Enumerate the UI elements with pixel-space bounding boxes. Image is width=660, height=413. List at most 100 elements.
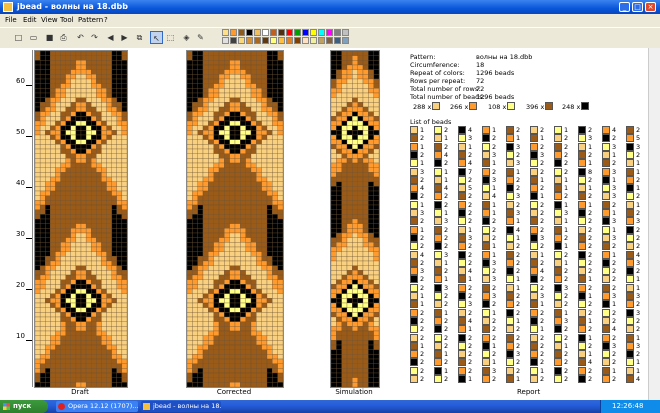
menu-edit[interactable]: Edit [23, 16, 37, 24]
bead-color-swatch [482, 167, 490, 176]
minimize-button[interactable]: _ [619, 2, 630, 12]
close-button[interactable]: × [645, 2, 656, 12]
undo-icon[interactable]: ↶ [74, 31, 87, 44]
palette-color-swatch[interactable] [302, 37, 309, 44]
bead-cell [357, 176, 364, 182]
palette-color-swatch[interactable] [334, 29, 341, 36]
bead-cell [234, 69, 241, 75]
bead-cell [336, 83, 342, 89]
menu-pattern[interactable]: Pattern [78, 16, 103, 24]
maximize-button[interactable]: □ [632, 2, 643, 12]
palette-color-swatch[interactable] [286, 29, 293, 36]
bead-cell [70, 302, 77, 308]
palette-color-swatch[interactable] [302, 29, 309, 36]
palette-color-swatch[interactable] [262, 37, 269, 44]
bead-cell [261, 354, 268, 360]
open-icon[interactable]: ▭ [27, 31, 40, 44]
bead-cell [85, 167, 92, 173]
bead-cell [75, 64, 82, 70]
fill-icon[interactable]: ◈ [180, 31, 193, 44]
redo-icon[interactable]: ↷ [88, 31, 101, 44]
menu-view[interactable]: View [41, 16, 58, 24]
palette-color-swatch[interactable] [318, 29, 325, 36]
bead-cell [65, 307, 71, 313]
menu-file[interactable]: File [5, 16, 17, 24]
bead-cell [121, 130, 127, 136]
bead-count: 1 [492, 159, 497, 168]
bead-cell [91, 51, 97, 56]
bead-cell [91, 335, 97, 341]
palette-color-swatch[interactable] [238, 29, 245, 36]
bead-cell [106, 102, 112, 108]
bead-cell [192, 293, 198, 299]
vertical-scrollbar[interactable] [648, 48, 660, 400]
draft-pattern[interactable] [34, 50, 128, 388]
bead-cell [357, 181, 364, 187]
bead-cell [101, 274, 107, 280]
palette-color-swatch[interactable] [246, 29, 253, 36]
palette-color-swatch[interactable] [222, 37, 229, 44]
bead-count: 2 [588, 233, 593, 242]
palette-color-swatch[interactable] [278, 29, 285, 36]
bead-cell [111, 88, 117, 94]
bead-count: 1 [444, 350, 449, 359]
bead-cell [272, 214, 278, 220]
palette-color-swatch[interactable] [262, 29, 269, 36]
palette-color-swatch[interactable] [270, 29, 277, 36]
select-icon[interactable]: ⬚ [164, 31, 177, 44]
bead-cell [111, 106, 117, 112]
save-icon[interactable]: ■ [43, 31, 56, 44]
palette-color-swatch[interactable] [342, 37, 349, 44]
bead-cell [208, 111, 214, 117]
bead-cell [70, 78, 77, 84]
palette-color-swatch[interactable] [246, 37, 253, 44]
palette-color-swatch[interactable] [342, 29, 349, 36]
pointer-icon[interactable]: ↖ [150, 31, 163, 44]
print-icon[interactable]: ⎙ [57, 31, 70, 44]
bead-count: 2 [516, 258, 521, 267]
bead-cell [218, 181, 225, 187]
palette-color-swatch[interactable] [294, 37, 301, 44]
copy-icon[interactable]: ⧉ [133, 31, 146, 44]
bead-cell [192, 228, 198, 234]
palette-color-swatch[interactable] [286, 37, 293, 44]
bead-cell [101, 307, 107, 313]
palette-color-swatch[interactable] [238, 37, 245, 44]
menu-tool[interactable]: Tool [60, 16, 74, 24]
palette-color-swatch[interactable] [326, 29, 333, 36]
menu-help[interactable]: ? [104, 16, 108, 24]
palette-color-swatch[interactable] [254, 37, 261, 44]
bead-cell [331, 74, 337, 80]
start-button[interactable]: пуск [0, 400, 48, 413]
palette-color-swatch[interactable] [318, 37, 325, 44]
rotate-left-icon[interactable]: ◀ [104, 31, 117, 44]
bead-cell [121, 288, 127, 294]
palette-color-swatch[interactable] [270, 37, 277, 44]
task-opera[interactable]: Opera 12.12 (1707)... [56, 401, 138, 412]
bead-cell [197, 83, 204, 89]
palette-color-swatch[interactable] [326, 37, 333, 44]
simulation-pattern[interactable] [330, 50, 380, 388]
rotate-right-icon[interactable]: ▶ [118, 31, 131, 44]
palette-color-swatch[interactable] [294, 29, 301, 36]
palette-color-swatch[interactable] [230, 37, 237, 44]
bead-cell [352, 158, 358, 164]
palette-color-swatch[interactable] [254, 29, 261, 36]
palette-color-swatch[interactable] [310, 29, 317, 36]
bead-cell [85, 335, 92, 341]
palette-color-swatch[interactable] [222, 29, 229, 36]
bead-count: 1 [516, 275, 521, 284]
new-icon[interactable]: □ [12, 31, 25, 44]
palette-color-swatch[interactable] [334, 37, 341, 44]
palette-color-swatch[interactable] [230, 29, 237, 36]
corrected-pattern[interactable] [186, 50, 284, 388]
bead-count: 2 [540, 217, 545, 226]
palette-color-swatch[interactable] [278, 37, 285, 44]
pipette-icon[interactable]: ✎ [194, 31, 207, 44]
bead-cell [75, 162, 82, 168]
bead-count: 2 [540, 316, 545, 325]
bead-cell [85, 279, 92, 285]
task-jbead[interactable]: jbead - волны на 18... [141, 401, 221, 412]
bead-cell [240, 102, 246, 108]
palette-color-swatch[interactable] [310, 37, 317, 44]
